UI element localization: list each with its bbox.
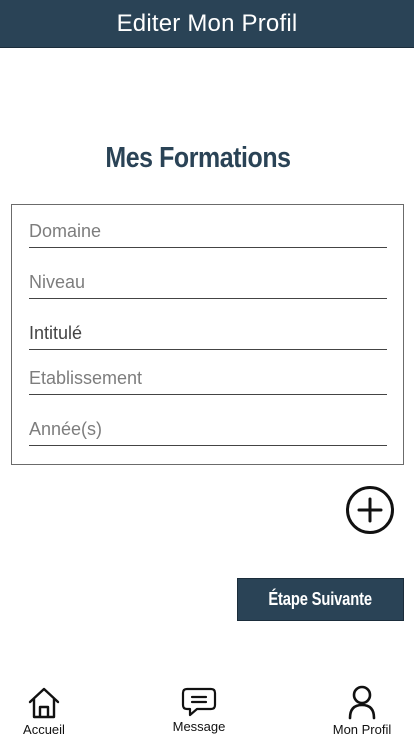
- niveau-input[interactable]: [29, 272, 387, 293]
- next-step-button[interactable]: Étape Suivante: [237, 578, 404, 621]
- plus-icon: [357, 497, 383, 523]
- next-step-label: Étape Suivante: [268, 589, 373, 609]
- app-header: Editer Mon Profil: [0, 0, 414, 48]
- tab-accueil-label: Accueil: [23, 722, 65, 736]
- etablissement-input[interactable]: [29, 368, 387, 389]
- annees-input[interactable]: [29, 419, 387, 440]
- bottom-tab-bar: Accueil Message Mon Profil: [0, 676, 414, 736]
- tab-mon-profil[interactable]: Mon Profil: [317, 684, 407, 736]
- intitule-input[interactable]: [29, 323, 387, 344]
- domaine-field: [29, 216, 387, 248]
- tab-mon-profil-label: Mon Profil: [332, 722, 392, 736]
- etablissement-field: [29, 363, 387, 395]
- page-title: Editer Mon Profil: [116, 9, 298, 37]
- message-icon: [181, 687, 217, 717]
- intitule-field: [29, 318, 387, 350]
- formation-form: [11, 204, 404, 465]
- tab-message[interactable]: Message: [154, 687, 244, 736]
- domaine-input[interactable]: [29, 221, 387, 242]
- tab-accueil[interactable]: Accueil: [0, 686, 89, 736]
- add-formation-button[interactable]: [346, 486, 394, 534]
- tab-message-label: Message: [172, 719, 226, 734]
- niveau-field: [29, 267, 387, 299]
- section-title: Mes Formations: [105, 142, 291, 174]
- home-icon: [28, 687, 60, 719]
- annees-field: [29, 414, 387, 446]
- user-icon: [348, 685, 376, 720]
